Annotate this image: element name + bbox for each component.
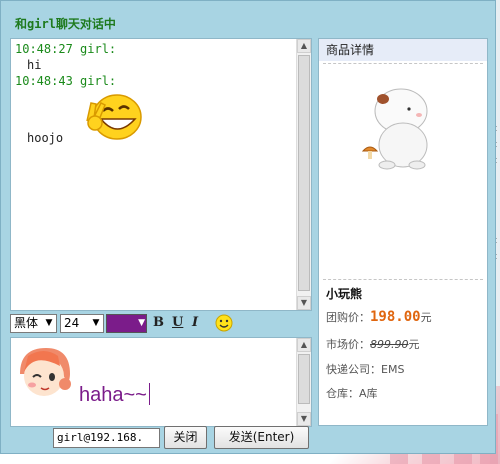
chevron-down-icon: ▼ xyxy=(138,318,145,328)
font-size-value: 24 xyxy=(64,316,80,330)
warehouse-row: 仓库：A库 xyxy=(326,385,378,401)
scroll-down-icon[interactable]: ▼ xyxy=(297,412,311,426)
divider xyxy=(323,279,483,280)
scroll-thumb[interactable] xyxy=(298,55,310,291)
group-price-label: 团购价： xyxy=(326,311,370,324)
font-size-select[interactable]: 24 ▼ xyxy=(60,314,104,333)
courier-row: 快递公司：EMS xyxy=(326,361,404,377)
warehouse-label: 仓库： xyxy=(326,387,359,400)
warehouse-value: A库 xyxy=(359,387,378,400)
text-color-picker[interactable]: ▼ xyxy=(106,314,147,333)
group-price-value: 198.00 xyxy=(370,309,421,325)
product-name: 小玩熊 xyxy=(326,287,363,301)
send-button[interactable]: 发送(Enter) xyxy=(214,426,309,449)
message-input[interactable]: haha~~ ▲ ▼ xyxy=(10,337,312,427)
input-text-line: haha~~ xyxy=(79,383,150,407)
address-field[interactable]: girl@192.168. xyxy=(53,428,160,448)
cartoon-girl-avatar-icon xyxy=(20,348,71,396)
font-family-select[interactable]: 黑体 ▼ xyxy=(10,314,57,333)
market-price-unit: 元 xyxy=(408,338,420,351)
text-caret xyxy=(148,383,150,405)
message-header: 10:48:27 girl: xyxy=(15,42,117,56)
group-price-row: 团购价：198.00元 xyxy=(326,309,432,325)
scroll-thumb[interactable] xyxy=(298,354,310,404)
bold-button[interactable]: B xyxy=(153,315,164,330)
input-scrollbar[interactable]: ▲ ▼ xyxy=(296,338,311,426)
underline-button[interactable]: U xyxy=(172,315,183,330)
message-text: hoojo xyxy=(27,131,64,145)
input-text: haha~~ xyxy=(79,384,147,406)
courier-label: 快递公司： xyxy=(326,363,381,376)
message-header: 10:48:43 girl: xyxy=(15,74,117,88)
chat-window: 和girl聊天对话中 10:48:27 girl: hi 10:48:43 gi… xyxy=(0,0,496,454)
italic-button[interactable]: I xyxy=(192,315,198,330)
chevron-down-icon: ▼ xyxy=(92,318,100,328)
close-button[interactable]: 关闭 xyxy=(164,426,207,449)
scroll-up-icon[interactable]: ▲ xyxy=(297,338,311,352)
victory-smiley-icon xyxy=(86,94,142,140)
format-toolbar: 黑体 ▼ 24 ▼ ▼ B U I xyxy=(10,313,310,335)
group-price-unit: 元 xyxy=(420,311,432,324)
white-bear-toy-image xyxy=(361,88,428,170)
chevron-down-icon: ▼ xyxy=(45,318,53,328)
market-price-row: 市场价：899.90元 xyxy=(326,336,420,352)
courier-value: EMS xyxy=(381,363,405,376)
chat-history[interactable]: 10:48:27 girl: hi 10:48:43 girl: hoojo ▲… xyxy=(10,38,312,311)
product-panel-header: 商品详情 xyxy=(319,39,487,61)
emoticon-smiley-icon[interactable] xyxy=(215,314,233,332)
market-price-label: 市场价： xyxy=(326,338,370,351)
divider xyxy=(323,63,483,64)
product-details-panel: 商品详情 小玩熊 团购价：198.00元 市场价：899.90元 快递公司：EM… xyxy=(318,38,488,426)
market-price-value: 899.90 xyxy=(370,338,409,351)
font-family-value: 黑体 xyxy=(14,316,39,330)
scroll-down-icon[interactable]: ▼ xyxy=(297,296,311,310)
message-text: hi xyxy=(27,58,42,72)
window-title: 和girl聊天对话中 xyxy=(15,17,116,31)
scroll-up-icon[interactable]: ▲ xyxy=(297,39,311,53)
chat-scrollbar[interactable]: ▲ ▼ xyxy=(296,39,311,310)
